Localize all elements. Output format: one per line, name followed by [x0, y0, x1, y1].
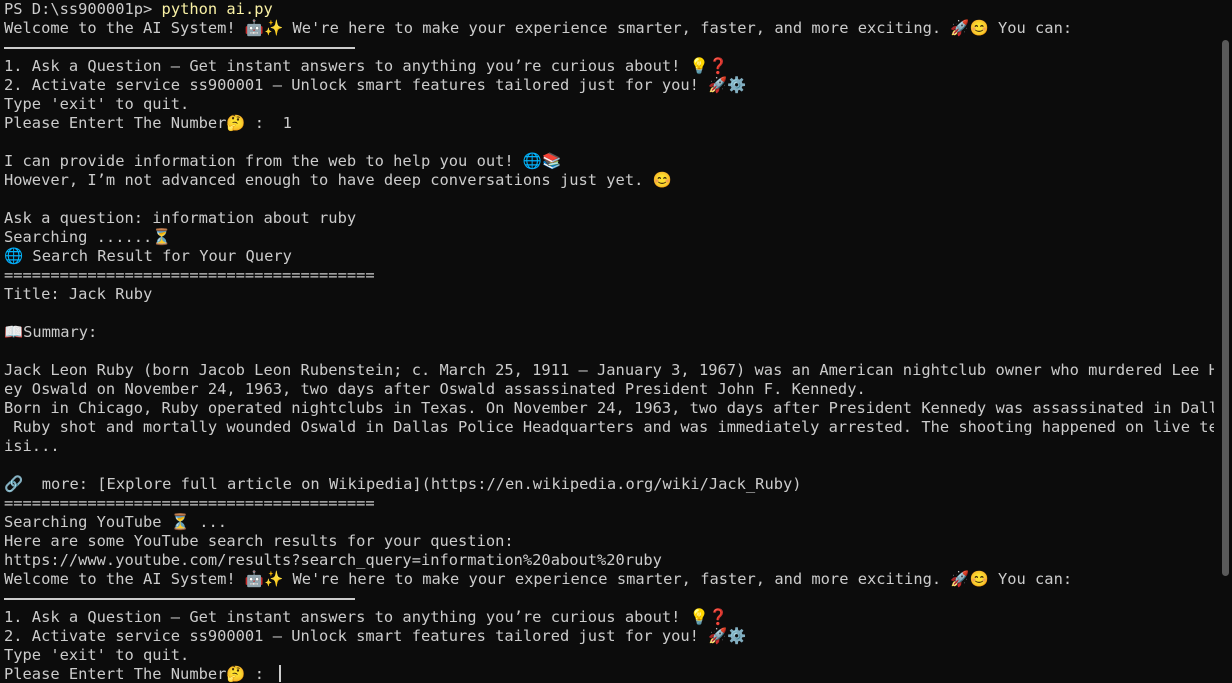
number-prompt: Please Entert The Number🤔 : 1 [4, 114, 292, 132]
command-text: python ai.py [161, 0, 273, 18]
number-prompt: Please Entert The Number🤔 : [4, 665, 274, 683]
youtube-url-line: https://www.youtube.com/results?search_q… [4, 551, 662, 569]
question-line: Ask a question: information about ruby [4, 209, 357, 227]
menu-divider [4, 589, 1214, 608]
menu-option-1: 1. Ask a Question – Get instant answers … [4, 608, 729, 626]
menu-option-2: 2. Activate service ss900001 – Unlock sm… [4, 627, 747, 645]
welcome-line: Welcome to the AI System! 🤖✨ We're here … [4, 19, 1073, 37]
vertical-scrollbar[interactable] [1218, 0, 1232, 683]
summary-line: Jack Leon Ruby (born Jacob Leon Rubenste… [4, 361, 1214, 379]
youtube-searching-line: Searching YouTube ⏳ ... [4, 513, 228, 531]
summary-label: 📖Summary: [4, 323, 98, 341]
searching-line: Searching ......⏳ [4, 228, 172, 246]
shell-prompt: PS D:\ss900001p> [4, 0, 153, 18]
more-link-line: 🔗 more: [Explore full article on Wikiped… [4, 475, 802, 493]
info-line: However, I’m not advanced enough to have… [4, 171, 672, 189]
separator-line: ======================================== [4, 266, 375, 284]
menu-divider [4, 38, 1214, 57]
exit-hint: Type 'exit' to quit. [4, 646, 190, 664]
menu-option-1: 1. Ask a Question – Get instant answers … [4, 57, 729, 75]
summary-line: Ruby shot and mortally wounded Oswald in… [4, 418, 1214, 436]
result-header: 🌐 Search Result for Your Query [4, 247, 292, 265]
divider-rule [4, 47, 355, 49]
summary-line: ey Oswald on November 24, 1963, two days… [4, 380, 866, 398]
text-cursor [279, 665, 282, 682]
summary-line: Born in Chicago, Ruby operated nightclub… [4, 399, 1214, 417]
exit-hint: Type 'exit' to quit. [4, 95, 190, 113]
terminal-output[interactable]: PS D:\ss900001p> python ai.py Welcome to… [4, 0, 1214, 683]
result-title: Title: Jack Ruby [4, 285, 153, 303]
command-line: PS D:\ss900001p> python ai.py [4, 0, 1214, 19]
divider-rule [4, 598, 355, 600]
info-line: I can provide information from the web t… [4, 152, 562, 170]
separator-line: ======================================== [4, 494, 375, 512]
welcome-line: Welcome to the AI System! 🤖✨ We're here … [4, 570, 1073, 588]
menu-option-2: 2. Activate service ss900001 – Unlock sm… [4, 76, 747, 94]
youtube-intro-line: Here are some YouTube search results for… [4, 532, 514, 550]
input-prompt-line[interactable]: Please Entert The Number🤔 : [4, 665, 1214, 683]
scrollbar-thumb[interactable] [1222, 40, 1229, 576]
summary-line: isi... [4, 437, 60, 455]
